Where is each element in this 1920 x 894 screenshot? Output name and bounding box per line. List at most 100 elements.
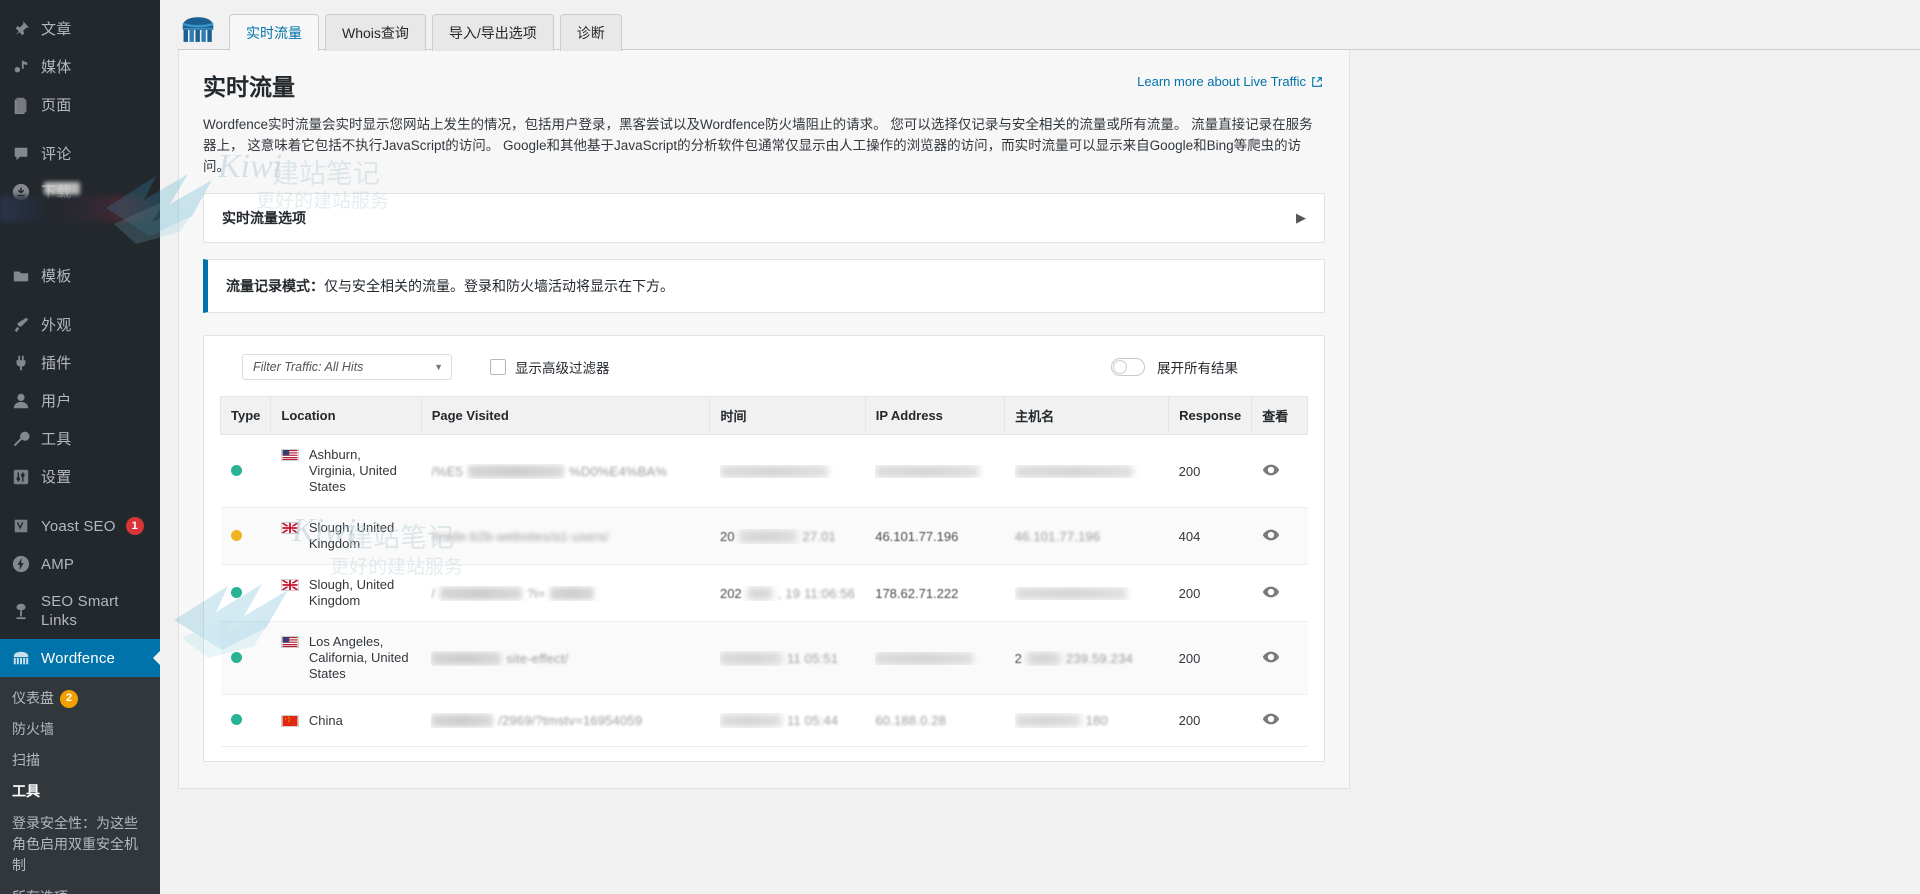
sidebar-item-media[interactable]: 媒体: [0, 48, 160, 86]
table-row[interactable]: Slough, United Kingdom / ?i= 202 , 19 11…: [220, 564, 1308, 622]
sidebar-item-comments[interactable]: 评论: [0, 135, 160, 173]
page-visited-text: /: [431, 585, 436, 601]
status-dot: [230, 586, 242, 598]
cell-page-visited: /2969/?tmstv=16954059: [421, 694, 710, 747]
cell-time: 11 05:44: [709, 694, 866, 747]
advanced-filters-checkbox[interactable]: 显示高级过滤器: [490, 357, 610, 377]
col-time[interactable]: 时间: [709, 396, 866, 435]
col-response[interactable]: Response: [1168, 396, 1253, 435]
view-eye-icon[interactable]: [1262, 713, 1280, 731]
col-type[interactable]: Type: [219, 396, 272, 435]
cell-ip: 178.62.71.222: [865, 564, 1005, 622]
sidebar-badge: 1: [125, 517, 144, 535]
hostname-ghost: 239.59.234: [1065, 650, 1133, 666]
cell-page-visited: site-effect/: [421, 621, 710, 695]
sidebar-subitem-label: 防火墙: [12, 721, 54, 737]
redacted-bar: [440, 586, 523, 600]
time-text: 202: [719, 585, 742, 601]
cell-ip: 46.101.77.196: [865, 507, 1005, 565]
sidebar-item-label: SEO Smart Links: [41, 593, 119, 629]
checkbox-box[interactable]: [490, 359, 506, 375]
wordfence-submenu: 仪表盘 2 防火墙 扫描 工具 登录安全性：为这些角色启用双重安全机制 所有选项…: [0, 677, 160, 894]
sidebar-divider: [0, 295, 160, 306]
table-row[interactable]: Slough, United Kingdom /trade-b2b-websit…: [220, 507, 1308, 565]
amp-icon: [11, 554, 31, 574]
cell-page-visited: / ?i=: [421, 564, 710, 622]
chevron-right-icon[interactable]: ▶: [1296, 210, 1306, 226]
tab-live-traffic[interactable]: 实时流量: [229, 14, 319, 51]
sidebar-subitem-firewall[interactable]: 防火墙: [0, 714, 160, 745]
sidebar-item-pages[interactable]: 页面: [0, 86, 160, 124]
page-visited-text: /2969/?tmstv=16954059: [498, 713, 643, 728]
sidebar-subitem-login-security[interactable]: 登录安全性：为这些角色启用双重安全机制: [0, 807, 160, 882]
sidebar-subitem-scan[interactable]: 扫描: [0, 745, 160, 776]
wordfence-icon: [11, 648, 31, 668]
col-hostname[interactable]: 主机名: [1004, 396, 1170, 435]
col-location[interactable]: Location: [270, 396, 422, 435]
external-link-icon: [1312, 76, 1322, 87]
sidebar-item-appearance[interactable]: 外观: [0, 306, 160, 344]
sidebar-item-plugins[interactable]: 插件: [0, 344, 160, 382]
sidebar-divider: [0, 124, 160, 135]
time-text: 20: [719, 528, 735, 544]
cell-type: [220, 621, 271, 695]
traffic-filter-select[interactable]: Filter Traffic: All Hits ▼: [242, 354, 452, 380]
table-row[interactable]: China /2969/?tmstv=16954059 11 05:44 60.…: [220, 694, 1308, 747]
table-row[interactable]: Ashburn, Virginia, United States /%E5 %D…: [220, 434, 1308, 508]
sidebar-item-label: 模板: [41, 267, 72, 285]
sidebar-item-tools[interactable]: 工具: [0, 420, 160, 458]
table-row[interactable]: Los Angeles, California, United States s…: [220, 621, 1308, 695]
tab-diagnostics[interactable]: 诊断: [559, 14, 622, 51]
cell-location: Los Angeles, California, United States: [270, 621, 422, 695]
sidebar-item-label: Wordfence: [41, 649, 116, 667]
live-traffic-options-panel[interactable]: 实时流量选项 ▶: [203, 193, 1325, 243]
sidebar-subitem-tools[interactable]: 工具: [0, 776, 160, 807]
col-ip[interactable]: IP Address: [864, 396, 1006, 435]
sidebar-item-label: 工具: [41, 430, 72, 448]
view-eye-icon[interactable]: [1262, 651, 1280, 669]
view-eye-icon[interactable]: [1262, 464, 1280, 482]
col-view[interactable]: 查看: [1251, 396, 1308, 435]
notice-label: 流量记录模式：: [226, 278, 324, 294]
sidebar-item-settings[interactable]: 设置: [0, 458, 160, 496]
tab-whois-lookup[interactable]: Whois查询: [325, 14, 426, 51]
redacted-bar: [550, 586, 595, 600]
sidebar-item-yoast-seo[interactable]: Yoast SEO 1: [0, 507, 160, 545]
tab-label: 实时流量: [246, 25, 302, 41]
learn-more-link[interactable]: Learn more about Live Traffic: [1137, 74, 1323, 89]
flag-gb-icon: [280, 579, 299, 591]
advanced-filters-label: 显示高级过滤器: [515, 361, 610, 376]
cell-response: 200: [1168, 434, 1252, 508]
sidebar-subitem-all-options[interactable]: 所有选项: [0, 882, 160, 894]
options-panel-title: 实时流量选项: [222, 210, 306, 226]
col-page-visited[interactable]: Page Visited: [420, 396, 711, 435]
sidebar-subitem-label: 仪表盘: [12, 690, 54, 706]
redacted-bar: [746, 586, 773, 600]
sidebar-item-templates[interactable]: 模板: [0, 257, 160, 295]
sidebar-subitem-badge: 2: [60, 689, 78, 708]
view-eye-icon[interactable]: [1262, 586, 1280, 604]
sidebar-subitem-dashboard[interactable]: 仪表盘 2: [0, 683, 160, 714]
sidebar-item-posts[interactable]: 文章: [0, 10, 160, 48]
sidebar-item-label: 评论: [41, 145, 72, 163]
view-eye-icon[interactable]: [1262, 529, 1280, 547]
tab-label: 诊断: [576, 25, 605, 41]
traffic-logging-notice: 流量记录模式：仅与安全相关的流量。登录和防火墙活动将显示在下方。: [203, 259, 1325, 313]
sidebar-item-label: 设置: [41, 468, 72, 486]
sidebar-item-amp[interactable]: AMP: [0, 545, 160, 583]
tab-import-export[interactable]: 导入/导出选项: [431, 14, 554, 51]
cell-location: Slough, United Kingdom: [270, 507, 422, 565]
location-text: Ashburn, Virginia, United States: [308, 447, 397, 494]
sidebar-divider: [0, 496, 160, 507]
location-text: Los Angeles, California, United States: [308, 634, 409, 681]
cell-hostname: 180: [1004, 694, 1169, 747]
toggle-switch[interactable]: [1111, 358, 1145, 376]
expand-all-toggle[interactable]: 展开所有结果: [1111, 357, 1238, 377]
sidebar-item-wordfence[interactable]: Wordfence: [0, 639, 160, 677]
sidebar-item-users[interactable]: 用户: [0, 382, 160, 420]
sidebar-item-seo-smart-links[interactable]: SEO Smart Links: [0, 583, 160, 639]
time-ghost: 27.01: [802, 528, 836, 544]
flag-gb-icon: [280, 522, 299, 534]
ip-text: 178.62.71.222: [875, 585, 959, 601]
table-body: Ashburn, Virginia, United States /%E5 %D…: [220, 434, 1308, 747]
